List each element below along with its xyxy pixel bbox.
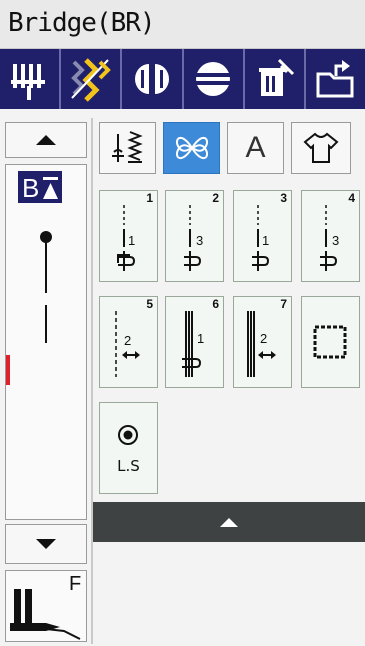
elongation-button[interactable]	[122, 49, 184, 109]
bridge-stitch-icon: 3	[320, 205, 339, 271]
toolbar	[0, 49, 365, 109]
stitch-card-6[interactable]: 6 1	[165, 296, 224, 388]
twin-needle-button[interactable]	[184, 49, 245, 109]
garment-tab[interactable]	[291, 122, 351, 174]
svg-text:3: 3	[196, 233, 203, 248]
svg-text:3: 3	[332, 233, 339, 248]
character-tab[interactable]: A	[227, 122, 284, 174]
character-tab-label: A	[245, 131, 266, 164]
foot-letter: F	[69, 573, 82, 595]
needle-position-button[interactable]	[0, 49, 62, 109]
delete-icon	[259, 58, 295, 96]
sequence-graphic: B	[6, 171, 62, 385]
straight-stitch-icon: 2	[115, 311, 140, 377]
stitch-card-3[interactable]: 3 1	[233, 190, 292, 282]
svg-text:1: 1	[197, 331, 204, 346]
bridge-stitch-icon: 3	[184, 205, 203, 271]
twin-needle-icon	[196, 62, 231, 96]
utility-stitch-tab[interactable]	[99, 122, 156, 174]
expand-panel-button[interactable]	[93, 502, 365, 542]
delete-button[interactable]	[245, 49, 306, 109]
badge-letter: B	[22, 173, 39, 203]
needle-position-icon	[10, 64, 45, 100]
mirror-stitch-icon	[70, 58, 111, 102]
svg-text:1: 1	[128, 233, 135, 248]
scroll-up-button[interactable]	[5, 122, 87, 158]
svg-text:1: 1	[262, 233, 269, 248]
save-button[interactable]	[306, 49, 365, 109]
elongation-icon	[134, 64, 169, 94]
stitch-sequence-panel[interactable]: B	[5, 164, 87, 520]
save-icon	[316, 60, 354, 98]
triple-stitch-icon: 1	[182, 311, 204, 377]
triple-stitch-icon: 2	[247, 311, 276, 377]
decorative-stitch-tab[interactable]	[163, 122, 220, 174]
position-marker	[6, 355, 10, 385]
decorative-stitch-icon	[175, 137, 208, 159]
stitch-card-8[interactable]	[301, 296, 360, 388]
bridge-stitch-icon: 1	[252, 205, 269, 271]
triangle-up-icon	[36, 135, 56, 145]
stitch-card-7[interactable]: 7 2	[233, 296, 292, 388]
utility-stitch-icon	[111, 131, 143, 163]
page-title: Bridge(BR)	[8, 8, 156, 38]
bridge-stitch-icon: 1	[117, 205, 135, 271]
triangle-down-icon	[36, 539, 56, 549]
stitch-card-ls[interactable]: L.S	[99, 402, 158, 494]
title-bar: Bridge(BR)	[0, 0, 365, 49]
triangle-up-icon	[220, 517, 238, 527]
stitch-card-2[interactable]: 2 3	[165, 190, 224, 282]
target-circle-icon	[118, 425, 138, 445]
mirror-stitch-button[interactable]	[61, 49, 123, 109]
stitch-card-5[interactable]: 5 2	[99, 296, 158, 388]
stitch-card-4[interactable]: 4 3	[301, 190, 360, 282]
bottom-panel	[93, 542, 365, 644]
shirt-icon	[303, 132, 339, 163]
stitch-card-1[interactable]: 1 1	[99, 190, 158, 282]
outline-frame-icon	[313, 325, 347, 359]
svg-text:2: 2	[124, 333, 131, 348]
svg-text:2: 2	[260, 331, 267, 346]
ls-label: L.S	[117, 457, 140, 475]
scroll-down-button[interactable]	[5, 524, 87, 564]
presser-foot-indicator: F	[5, 570, 87, 642]
